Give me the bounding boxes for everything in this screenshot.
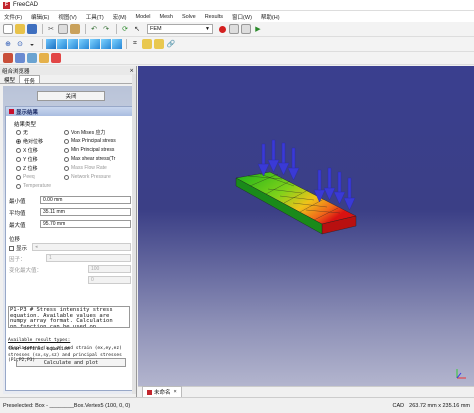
toolbar-view: ⊕ ⊙ ◒ ⌗ 🔗 [0,37,474,52]
tab-model[interactable]: 模型 [0,75,19,84]
toolbar-separator [85,24,86,34]
macro-list-icon[interactable] [229,24,239,34]
menu-view[interactable]: 视图(V) [58,13,76,21]
close-icon[interactable]: ⨯ [129,68,136,74]
menu-mesh[interactable]: Mesh [159,14,172,20]
menu-file[interactable]: 文件(F) [4,13,22,21]
copy-icon[interactable] [58,24,68,34]
available-line-1: displacement (x,y,z) and strain (ex,ey,e… [8,346,122,351]
toolbar-fem [0,52,474,65]
axis-cross-icon [456,369,466,379]
material-icon[interactable] [15,53,25,63]
macro-edit-icon[interactable] [241,24,251,34]
fit-all-icon[interactable]: ⊕ [3,39,13,49]
close-icon[interactable]: × [174,389,177,395]
undo-icon[interactable]: ↶ [89,24,99,34]
toolbar-separator [42,39,43,49]
arrow-icon [323,167,336,201]
arrow-icon [287,147,300,181]
toolbar-separator [116,24,117,34]
top-view-icon[interactable] [68,39,78,49]
link-icon[interactable]: 🔗 [166,39,176,49]
save-icon[interactable] [27,24,37,34]
front-view-icon[interactable] [57,39,67,49]
results-icon[interactable] [51,53,61,63]
fit-selection-icon[interactable]: ⊙ [15,39,25,49]
3d-viewport[interactable] [138,66,474,386]
rear-view-icon[interactable] [90,39,100,49]
preselection-text: Preselected: Box - ________Box.Vertex5 (… [3,402,131,409]
menu-results[interactable]: Results [205,14,223,20]
arrow-icon [343,177,356,211]
menu-model[interactable]: Model [136,14,151,20]
chevron-down-icon: ▼ [205,26,210,32]
measure-icon[interactable]: ⌗ [130,39,140,49]
freecad-document-icon [147,389,152,395]
open-folder-icon[interactable] [15,24,25,34]
menu-edit[interactable]: 编辑(E) [31,13,49,21]
results-panel-lower: P1-P3 # Stress intensity stress equation… [5,106,134,391]
whats-this-icon[interactable]: ↖ [132,24,142,34]
left-view-icon[interactable] [112,39,122,49]
equation-textbox[interactable]: P1-P3 # Stress intensity stress equation… [8,306,130,328]
workbench-select[interactable]: FEM ▼ [147,24,213,34]
workbench-label: FEM [150,26,162,32]
title-bar: F FreeCAD [0,0,474,11]
arrow-icon [277,142,290,176]
part-icon[interactable] [142,39,152,49]
analysis-icon[interactable] [3,53,13,63]
menu-bar: 文件(F) 编辑(E) 视图(V) 工具(T) 宏(M) Model Mesh … [0,11,474,22]
right-view-icon[interactable] [79,39,89,49]
close-button[interactable]: 关闭 [37,91,105,101]
freecad-icon: F [3,1,10,9]
bottom-view-icon[interactable] [101,39,111,49]
status-right: CAD 263.72 mm x 235.16 mm [388,403,474,409]
fem-model-render[interactable] [138,66,474,386]
available-line-2: stresses (sx,sy,sz) and principal stress… [8,353,122,363]
navigation-style-button[interactable]: CAD [393,403,405,409]
menu-solve[interactable]: Solve [182,14,196,20]
group-icon[interactable] [154,39,164,49]
arrow-icon [267,139,280,173]
combo-view-title: 组合浏览器 [2,68,30,75]
cut-icon[interactable]: ✂ [46,24,56,34]
solver-icon[interactable] [39,53,49,63]
dimension-readout: 263.72 mm x 235.16 mm [409,402,470,409]
toolbar-file: ✂ ↶ ↷ ⟳ ↖ FEM ▼ ▶ [0,22,474,37]
new-file-icon[interactable] [3,24,13,34]
toolbar-separator [126,39,127,49]
paste-icon[interactable] [70,24,80,34]
redo-icon[interactable]: ↷ [101,24,111,34]
macro-run-icon[interactable]: ▶ [253,24,263,34]
tab-tasks[interactable]: 任务 [19,75,41,85]
available-results-label: Available result types: [8,338,71,343]
arrow-icon [333,171,346,205]
menu-help[interactable]: 帮助(H) [261,13,280,21]
combo-view-header: 组合浏览器 ⨯ [0,66,136,75]
document-tabs: 未命名 × [138,386,474,398]
arrow-icon [257,143,270,177]
panel-scrollbar[interactable] [132,74,136,394]
menu-tools[interactable]: 工具(T) [86,13,104,21]
refresh-icon[interactable]: ⟳ [120,24,130,34]
toolbar-separator [42,24,43,34]
record-macro-icon[interactable] [217,24,227,34]
menu-macro[interactable]: 宏(M) [113,13,127,21]
window-title: FreeCAD [13,2,39,8]
draw-style-icon[interactable]: ◒ [27,39,37,49]
status-bar: Preselected: Box - ________Box.Vertex5 (… [0,397,474,413]
combo-tabs: 模型 任务 [0,75,136,85]
menu-window[interactable]: 窗口(W) [232,13,252,21]
mesh-icon[interactable] [27,53,37,63]
isometric-view-icon[interactable] [46,39,56,49]
